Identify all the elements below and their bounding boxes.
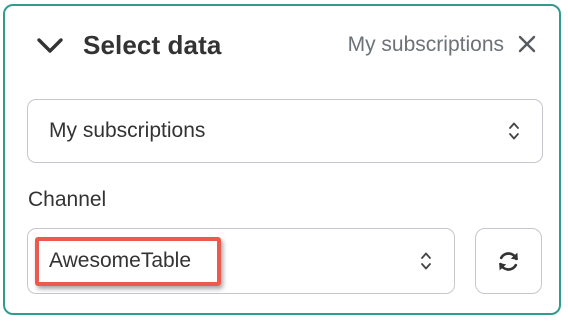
refresh-button[interactable] bbox=[475, 228, 542, 294]
channel-label: Channel bbox=[28, 188, 107, 211]
channel-select[interactable]: AwesomeTable bbox=[27, 228, 455, 294]
chevron-down-icon[interactable] bbox=[35, 34, 65, 58]
panel-title: Select data bbox=[83, 30, 222, 60]
source-select[interactable]: My subscriptions bbox=[27, 99, 543, 163]
select-data-panel: Select data My subscriptions My subscrip… bbox=[3, 4, 561, 315]
panel-header[interactable]: Select data My subscriptions bbox=[5, 6, 559, 84]
source-select-value: My subscriptions bbox=[49, 119, 206, 142]
refresh-icon bbox=[499, 252, 518, 271]
chevron-up-down-icon bbox=[421, 252, 431, 270]
selected-source-summary: My subscriptions bbox=[347, 33, 504, 56]
chevron-up-down-icon bbox=[509, 122, 519, 140]
channel-select-value: AwesomeTable bbox=[49, 249, 192, 272]
close-icon[interactable] bbox=[517, 34, 537, 54]
